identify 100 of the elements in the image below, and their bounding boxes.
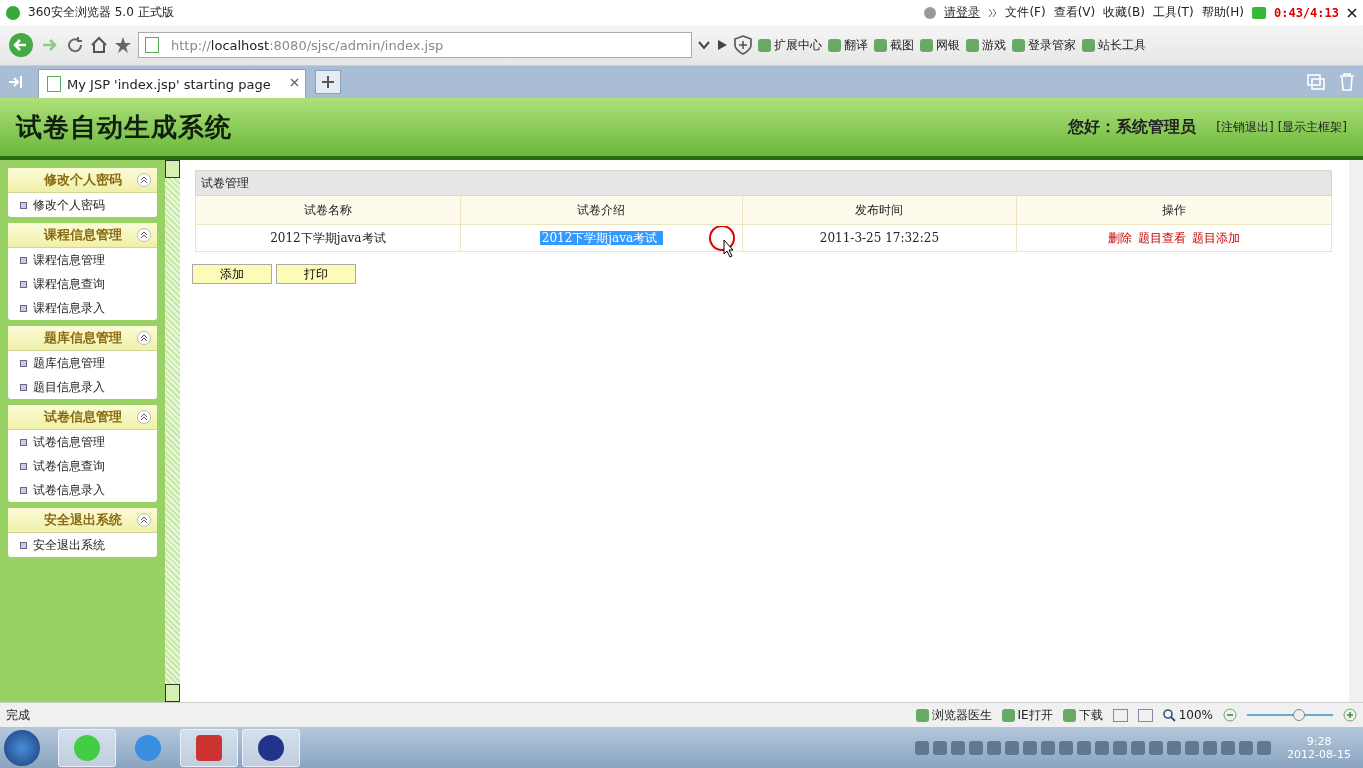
column-header: 试卷名称 — [195, 195, 461, 225]
trash-icon[interactable] — [1339, 73, 1355, 91]
collapse-icon[interactable] — [137, 331, 151, 345]
window-icon[interactable] — [1112, 708, 1128, 722]
tray-icon[interactable] — [1203, 740, 1218, 755]
login-link[interactable]: 请登录 — [944, 4, 981, 21]
sidebar-toggle-icon[interactable] — [8, 75, 24, 89]
zoom-out-icon[interactable] — [1223, 708, 1237, 722]
toolbar-button[interactable]: 扩展中心 — [758, 36, 822, 54]
sidebar-item[interactable]: 课程信息管理 — [8, 248, 157, 272]
table-cell: 2012下学期java考试 — [460, 224, 743, 252]
toolbar-button[interactable]: 登录管家 — [1012, 36, 1076, 54]
close-icon[interactable] — [1347, 7, 1357, 18]
column-header: 发布时间 — [742, 195, 1017, 225]
table-cell: 2012下学期java考试 — [195, 224, 461, 252]
splitter-bar[interactable] — [165, 160, 180, 702]
tray-icon[interactable] — [1005, 740, 1020, 755]
sidebar-item[interactable]: 修改个人密码 — [8, 193, 157, 217]
collapse-icon[interactable] — [137, 410, 151, 424]
menu-group-header[interactable]: 题库信息管理 — [8, 326, 157, 351]
menu-group-header[interactable]: 修改个人密码 — [8, 168, 157, 193]
window-title: 360安全浏览器 5.0 正式版 — [28, 4, 174, 21]
play-icon[interactable] — [716, 39, 728, 51]
zoom-in-icon[interactable] — [1343, 708, 1357, 722]
browser-logo-icon — [6, 5, 20, 20]
header-link[interactable]: [注销退出] — [1216, 118, 1274, 136]
back-button[interactable] — [8, 32, 34, 58]
action-link[interactable]: 删除 — [1107, 230, 1132, 245]
status-button[interactable]: 浏览器医生 — [915, 706, 992, 724]
toolbar-button[interactable]: 站长工具 — [1082, 36, 1146, 54]
tray-icon[interactable] — [1131, 740, 1146, 755]
tray-icon[interactable] — [1221, 740, 1236, 755]
tray-icon[interactable] — [933, 740, 948, 755]
sidebar-item[interactable]: 试卷信息查询 — [8, 454, 157, 478]
tray-icon[interactable] — [1167, 740, 1182, 755]
tray-icon[interactable] — [1059, 740, 1074, 755]
sidebar-item[interactable]: 试卷信息管理 — [8, 430, 157, 454]
zoom-button[interactable]: 100% — [1178, 708, 1213, 722]
dropdown-icon[interactable] — [698, 40, 710, 50]
zoom-slider[interactable] — [1292, 709, 1305, 721]
action-link[interactable]: 题目查看 — [1137, 230, 1186, 245]
collapse-icon[interactable] — [137, 173, 151, 187]
address-field[interactable]: http://localhost:8080/sjsc/admin/index.jsp — [138, 32, 692, 58]
shield-icon[interactable] — [734, 35, 752, 55]
tray-icon[interactable] — [951, 740, 966, 755]
form-button[interactable]: 打印 — [276, 264, 356, 284]
tray-icon[interactable] — [969, 740, 984, 755]
menu-item[interactable]: 文件(F) — [1005, 4, 1046, 21]
sidebar-item[interactable]: 试卷信息录入 — [8, 478, 157, 502]
toolbar-button[interactable]: 截图 — [874, 36, 914, 54]
clock-date: 2012-08-15 — [1287, 747, 1351, 761]
tray-icon[interactable] — [1239, 740, 1254, 755]
menu-group-header[interactable]: 安全退出系统 — [8, 508, 157, 533]
tray-icon[interactable] — [1095, 740, 1110, 755]
tray-icon[interactable] — [1077, 740, 1092, 755]
status-text: 完成 — [6, 706, 30, 724]
start-button[interactable] — [4, 729, 40, 766]
tray-icon[interactable] — [915, 740, 930, 755]
header-link[interactable]: [显示主框架] — [1277, 118, 1347, 136]
toolbar-button[interactable]: 翻译 — [828, 36, 868, 54]
taskbar-app-icon[interactable] — [180, 728, 238, 767]
sidebar-item[interactable]: 题库信息管理 — [8, 351, 157, 375]
column-header: 操作 — [1016, 195, 1332, 225]
menu-item[interactable]: 工具(T) — [1152, 4, 1194, 21]
tray-icon[interactable] — [1185, 740, 1200, 755]
sidebar-item[interactable]: 安全退出系统 — [8, 533, 157, 557]
sidebar-item[interactable]: 课程信息查询 — [8, 272, 157, 296]
tray-icon[interactable] — [1113, 740, 1128, 755]
toolbar-button[interactable]: 游戏 — [966, 36, 1006, 54]
tray-icon[interactable] — [1041, 740, 1056, 755]
sidebar-item[interactable]: 题目信息录入 — [8, 375, 157, 399]
table-caption: 试卷管理 — [195, 170, 1332, 196]
toolbar-button[interactable]: 网银 — [920, 36, 960, 54]
menu-group-header[interactable]: 试卷信息管理 — [8, 405, 157, 430]
scrollbar[interactable] — [1349, 160, 1363, 702]
action-link[interactable]: 题目添加 — [1191, 230, 1240, 245]
menu-item[interactable]: 收藏(B) — [1103, 4, 1145, 21]
user-icon — [924, 6, 937, 19]
magnifier-icon[interactable] — [1162, 708, 1176, 722]
browser-tab[interactable]: My JSP 'index.jsp' starting page — [38, 69, 306, 98]
new-tab-button[interactable] — [315, 70, 341, 94]
menu-group-header[interactable]: 课程信息管理 — [8, 223, 157, 248]
menu-item[interactable]: 查看(V) — [1053, 4, 1096, 21]
star-icon[interactable] — [114, 36, 132, 54]
form-button[interactable]: 添加 — [192, 264, 272, 284]
status-button[interactable]: IE打开 — [1001, 706, 1053, 724]
refresh-icon[interactable] — [66, 36, 84, 54]
taskbar-app-icon[interactable] — [242, 728, 300, 767]
windows-icon[interactable] — [1307, 74, 1325, 90]
home-icon[interactable] — [90, 36, 108, 54]
status-button[interactable]: 下载 — [1062, 706, 1103, 724]
collapse-icon[interactable] — [137, 228, 151, 242]
sidebar-item[interactable]: 课程信息录入 — [8, 296, 157, 320]
menu-item[interactable]: 帮助(H) — [1201, 4, 1244, 21]
collapse-icon[interactable] — [137, 513, 151, 527]
tray-icon[interactable] — [1023, 740, 1038, 755]
close-tab-icon[interactable] — [290, 77, 299, 87]
tray-icon[interactable] — [987, 740, 1002, 755]
tray-icon[interactable] — [1149, 740, 1164, 755]
tray-icon[interactable] — [1257, 740, 1272, 755]
